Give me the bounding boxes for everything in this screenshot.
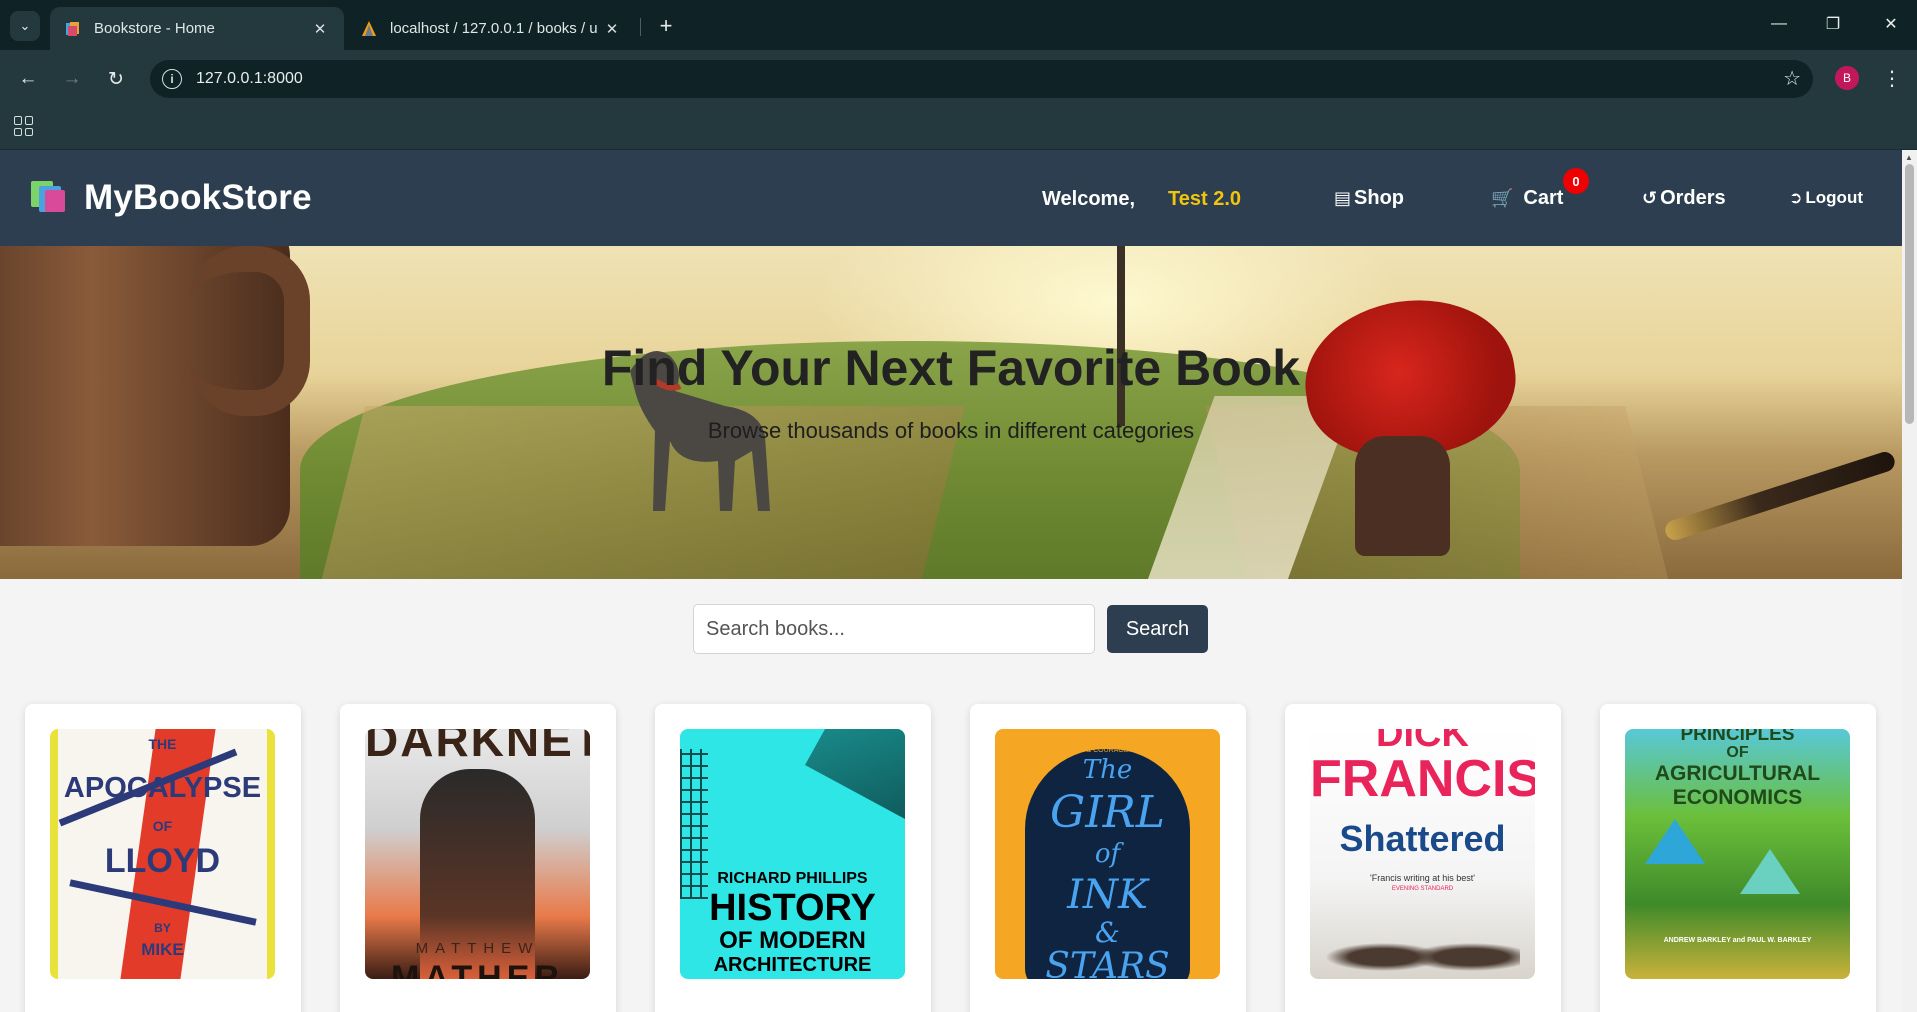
address-bar[interactable]: i 127.0.0.1:8000 ☆ (150, 60, 1813, 98)
username: Test 2.0 (1168, 188, 1241, 210)
nav-logout-label: Logout (1805, 188, 1863, 207)
hero-title: Find Your Next Favorite Book (601, 340, 1301, 396)
tab-separator (640, 18, 641, 36)
site-brand[interactable]: MyBookStore (84, 178, 312, 218)
book-cover[interactable]: RICHARD PHILLIPS HISTORY OF MODERN ARCHI… (680, 729, 905, 979)
site-info-icon[interactable]: i (162, 69, 182, 89)
store-icon: ▤ (1334, 187, 1352, 208)
tab-search-button[interactable]: ⌄ (10, 11, 40, 41)
nav-orders-link[interactable]: ↺ Orders (1642, 184, 1726, 212)
hero-banner: Find Your Next Favorite Book Browse thou… (0, 246, 1902, 579)
cart-count-badge: 0 (1563, 168, 1589, 194)
tab-title: localhost / 127.0.0.1 / books / u (390, 20, 598, 37)
page-viewport: MyBookStore Welcome, Test 2.0 ▤ Shop 🛒 C… (0, 150, 1917, 1012)
url-text[interactable]: 127.0.0.1:8000 (196, 70, 303, 88)
book-card[interactable]: DICK FRANCIS Shattered 'Francis writing … (1285, 704, 1561, 1012)
close-tab-icon[interactable]: ✕ (602, 20, 622, 38)
nav-cart-link[interactable]: 🛒 Cart (1491, 184, 1563, 212)
browser-tab-strip: ⌄ Bookstore - Home ✕ localhost / 127.0.0… (0, 0, 1917, 50)
book-card[interactable]: DARKNET MATTHEW MATHER (340, 704, 616, 1012)
book-card[interactable]: THE APOCALYPSE OF LLOYD BY MIKE (25, 704, 301, 1012)
nav-cart-label: Cart (1523, 186, 1564, 209)
reload-icon[interactable]: ↻ (100, 63, 132, 95)
phpmyadmin-favicon-icon (362, 20, 376, 36)
bookstore-favicon-icon (66, 21, 79, 36)
page-scrollbar[interactable]: ▲ (1902, 150, 1917, 1012)
cart-icon: 🛒 (1491, 187, 1514, 208)
search-button[interactable]: Search (1107, 605, 1208, 653)
restore-icon[interactable]: ❐ (1808, 8, 1858, 40)
book-cover[interactable]: A TALE OF WONDER & COURAGE The GIRL of I… (995, 729, 1220, 979)
book-card[interactable]: A TALE OF WONDER & COURAGE The GIRL of I… (970, 704, 1246, 1012)
scroll-up-arrow-icon[interactable]: ▲ (1905, 153, 1913, 162)
bookmark-star-icon[interactable]: ☆ (1783, 66, 1801, 91)
scrollbar-thumb[interactable] (1905, 164, 1914, 424)
new-tab-icon[interactable]: + (650, 10, 682, 42)
books-logo-icon (31, 181, 69, 215)
hero-lamp-post (1117, 246, 1125, 426)
book-cover[interactable]: DICK FRANCIS Shattered 'Francis writing … (1310, 729, 1535, 979)
nav-shop-label: Shop (1354, 186, 1405, 209)
book-cover[interactable]: THE APOCALYPSE OF LLOYD BY MIKE (50, 729, 275, 979)
tab-title: Bookstore - Home (94, 20, 215, 37)
hero-pen-illustration (1662, 449, 1898, 543)
forward-arrow-icon[interactable]: → (56, 63, 88, 95)
book-cover[interactable]: DARKNET MATTHEW MATHER (365, 729, 590, 979)
nav-logout-link[interactable]: ➲ Logout (1789, 184, 1863, 212)
back-arrow-icon[interactable]: ← (12, 63, 44, 95)
chevron-down-icon: ⌄ (19, 18, 31, 33)
bookmarks-bar (0, 108, 1917, 150)
close-window-icon[interactable]: ✕ (1866, 8, 1916, 40)
nav-orders-label: Orders (1660, 186, 1726, 209)
search-input[interactable] (693, 604, 1095, 654)
site-navbar: MyBookStore Welcome, Test 2.0 ▤ Shop 🛒 C… (0, 150, 1902, 246)
logout-icon: ➲ (1789, 190, 1803, 207)
history-icon: ↺ (1642, 187, 1658, 208)
profile-avatar[interactable]: B (1835, 66, 1859, 90)
nav-shop-link[interactable]: ▤ Shop (1334, 184, 1404, 212)
tab-phpmyadmin[interactable]: localhost / 127.0.0.1 / books / u ✕ (346, 7, 636, 50)
book-card[interactable]: PRINCIPLES OF AGRICULTURAL ECONOMICS AND… (1600, 704, 1876, 1012)
tab-bookstore-home[interactable]: Bookstore - Home ✕ (50, 7, 344, 50)
book-cover[interactable]: PRINCIPLES OF AGRICULTURAL ECONOMICS AND… (1625, 729, 1850, 979)
minimize-icon[interactable]: — (1754, 8, 1804, 40)
apps-grid-icon[interactable] (14, 116, 34, 136)
browser-toolbar: ← → ↻ i 127.0.0.1:8000 ☆ (0, 50, 1917, 108)
browser-menu-icon[interactable]: ⋮ (1880, 63, 1904, 93)
hero-subtitle: Browse thousands of books in different c… (707, 418, 1195, 443)
book-card[interactable]: RICHARD PHILLIPS HISTORY OF MODERN ARCHI… (655, 704, 931, 1012)
close-tab-icon[interactable]: ✕ (310, 20, 330, 38)
welcome-label: Welcome, (1042, 188, 1135, 210)
